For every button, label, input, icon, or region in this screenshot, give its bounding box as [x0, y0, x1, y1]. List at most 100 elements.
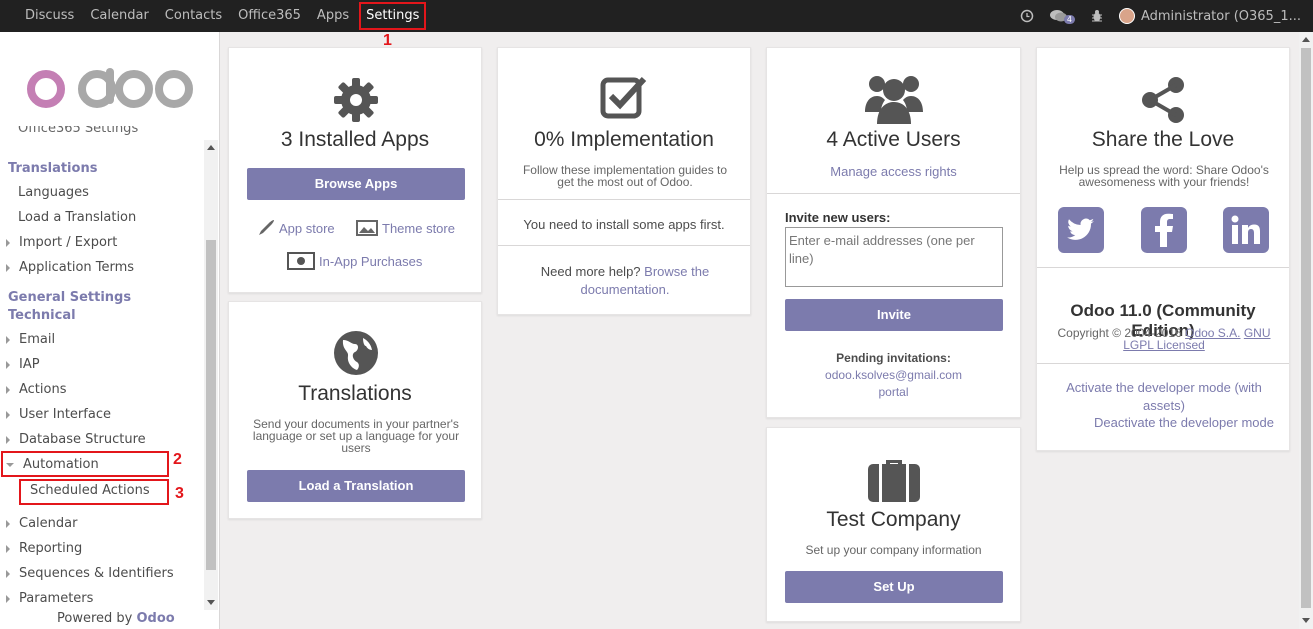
implementation-title: 0% Implementation	[534, 128, 714, 151]
sidebar-item-reporting[interactable]: Reporting	[0, 536, 82, 561]
help-prefix: Need more help?	[540, 264, 641, 279]
implementation-subtitle: Follow these implementation guides to ge…	[522, 163, 728, 189]
pending-invitation-2[interactable]: portal	[767, 385, 1020, 399]
user-menu[interactable]: Administrator (O365_1...	[1118, 8, 1301, 24]
sidebar-item-label: IAP	[19, 357, 40, 372]
installed-apps-card: 3 Installed Apps Browse Apps App store T…	[228, 47, 482, 293]
sidebar-section-technical[interactable]: Technical	[8, 308, 76, 323]
annotation-3: 3	[175, 485, 184, 502]
invite-emails-input[interactable]: Enter e-mail addresses (one per line)	[785, 227, 1003, 287]
sidebar-section-translations[interactable]: Translations	[8, 161, 97, 176]
app-store-label: App store	[279, 220, 335, 236]
menu-settings[interactable]: Settings	[359, 2, 427, 30]
scroll-up-arrow-icon[interactable]	[207, 145, 215, 150]
sidebar-item-actions[interactable]: Actions	[0, 377, 67, 402]
caret-right-icon	[6, 238, 10, 247]
caret-right-icon	[6, 360, 10, 369]
sidebar-item-label: Email	[19, 332, 56, 347]
facebook-button[interactable]	[1141, 207, 1187, 253]
implementation-card: 0% Implementation Follow these implement…	[497, 47, 751, 315]
sidebar-item-label: Application Terms	[19, 260, 135, 275]
menu-contacts[interactable]: Contacts	[157, 0, 230, 32]
powered-by-brand[interactable]: Odoo	[137, 611, 175, 626]
installed-apps-title: 3 Installed Apps	[280, 128, 430, 151]
in-app-purchases-label: In-App Purchases	[319, 253, 423, 269]
page-scroll-thumb[interactable]	[1301, 48, 1311, 608]
theme-store-link[interactable]: Theme store	[356, 220, 455, 236]
pending-invitation-label: portal	[878, 385, 909, 399]
pending-invitation-1[interactable]: odoo.ksolves@gmail.com	[767, 368, 1020, 382]
scroll-down-arrow-icon[interactable]	[1302, 618, 1310, 623]
rocket-icon	[259, 220, 274, 235]
debug-bug-icon[interactable]	[1091, 9, 1103, 23]
sidebar-item-label: Parameters	[19, 591, 94, 606]
user-name: Administrator (O365_1...	[1140, 8, 1301, 24]
sidebar-item-email[interactable]: Email	[0, 327, 55, 352]
messages-icon[interactable]: 4	[1049, 9, 1075, 24]
app-store-link[interactable]: App store	[257, 220, 335, 236]
manage-access-link[interactable]: Manage access rights	[767, 164, 1020, 179]
caret-right-icon	[6, 435, 10, 444]
scroll-down-arrow-icon[interactable]	[207, 600, 215, 605]
systray: 4 Administrator (O365_1...	[1004, 0, 1301, 32]
checkbox-checked-icon	[600, 74, 650, 124]
image-icon	[356, 220, 378, 236]
sidebar-scroll-thumb[interactable]	[206, 240, 216, 570]
active-users-card: 4 Active Users Manage access rights Invi…	[766, 47, 1021, 418]
sidebar-item-label: Reporting	[19, 541, 83, 556]
pending-invitations-label: Pending invitations:	[836, 351, 951, 365]
sidebar-item-parameters[interactable]: Parameters	[0, 586, 93, 611]
dev-deactivate-label: Deactivate the developer mode	[1094, 415, 1274, 430]
in-app-purchases-link[interactable]: In-App Purchases	[287, 252, 422, 270]
load-translation-button[interactable]: Load a Translation	[247, 470, 465, 502]
avatar	[1118, 8, 1135, 24]
browse-apps-button[interactable]: Browse Apps	[247, 168, 465, 200]
sidebar-item-database-structure[interactable]: Database Structure	[0, 427, 146, 452]
globe-icon	[333, 330, 379, 380]
sidebar-item-office365-settings[interactable]: Office365 Settings	[18, 126, 138, 140]
sidebar-scrollbar[interactable]	[204, 140, 218, 610]
page-scrollbar[interactable]	[1299, 32, 1313, 629]
sidebar-section-general-settings[interactable]: General Settings	[8, 290, 131, 305]
share-title: Share the Love	[1091, 128, 1235, 151]
menu-discuss[interactable]: Discuss	[17, 0, 82, 32]
sidebar-item-sequences[interactable]: Sequences & Identifiers	[0, 561, 174, 586]
linkedin-icon	[1231, 215, 1260, 244]
sidebar-item-iap[interactable]: IAP	[0, 352, 40, 377]
linkedin-button[interactable]	[1223, 207, 1269, 253]
deactivate-dev-mode-link[interactable]: Deactivate the developer mode	[1057, 415, 1311, 430]
set-up-button[interactable]: Set Up	[785, 571, 1003, 603]
sidebar-item-label: Calendar	[19, 516, 78, 531]
menu-apps[interactable]: Apps	[309, 0, 357, 32]
sidebar-item-languages[interactable]: Languages	[18, 180, 89, 205]
caret-right-icon	[6, 519, 10, 528]
share-icon	[1140, 76, 1188, 128]
menu-office365[interactable]: Office365	[230, 0, 309, 32]
money-icon	[287, 252, 315, 270]
sidebar-item-load-translation[interactable]: Load a Translation	[18, 205, 136, 230]
divider	[1037, 267, 1289, 268]
scroll-up-arrow-icon[interactable]	[1302, 37, 1310, 42]
sidebar-item-import-export[interactable]: Import / Export	[0, 230, 117, 255]
pending-invitation-label: odoo.ksolves@gmail.com	[825, 368, 962, 382]
sidebar-item-application-terms[interactable]: Application Terms	[0, 255, 134, 280]
caret-right-icon	[6, 335, 10, 344]
sidebar-item-label: Import / Export	[19, 235, 118, 250]
sidebar-item-calendar[interactable]: Calendar	[0, 511, 77, 536]
activity-clock-icon[interactable]	[1020, 9, 1034, 23]
powered-by-label: Powered by	[57, 611, 133, 626]
active-users-title: 4 Active Users	[826, 128, 961, 151]
users-group-icon	[865, 72, 923, 130]
caret-right-icon	[6, 263, 10, 272]
sidebar-item-label: Sequences & Identifiers	[19, 566, 174, 581]
copyright-text: Copyright © 2004-2016 Odoo S.A. GNU LGPL…	[1051, 327, 1277, 351]
settings-sidebar: Office365 Settings Translations Language…	[0, 32, 220, 629]
translations-title: Translations	[298, 382, 412, 405]
sidebar-item-user-interface[interactable]: User Interface	[0, 402, 111, 427]
activate-dev-mode-assets-link[interactable]: Activate the developer mode (with assets…	[1057, 379, 1271, 415]
invite-button[interactable]: Invite	[785, 299, 1003, 331]
top-navbar: Discuss Calendar Contacts Office365 Apps…	[0, 0, 1313, 32]
menu-calendar[interactable]: Calendar	[82, 0, 156, 32]
twitter-button[interactable]	[1058, 207, 1104, 253]
divider	[498, 245, 750, 246]
